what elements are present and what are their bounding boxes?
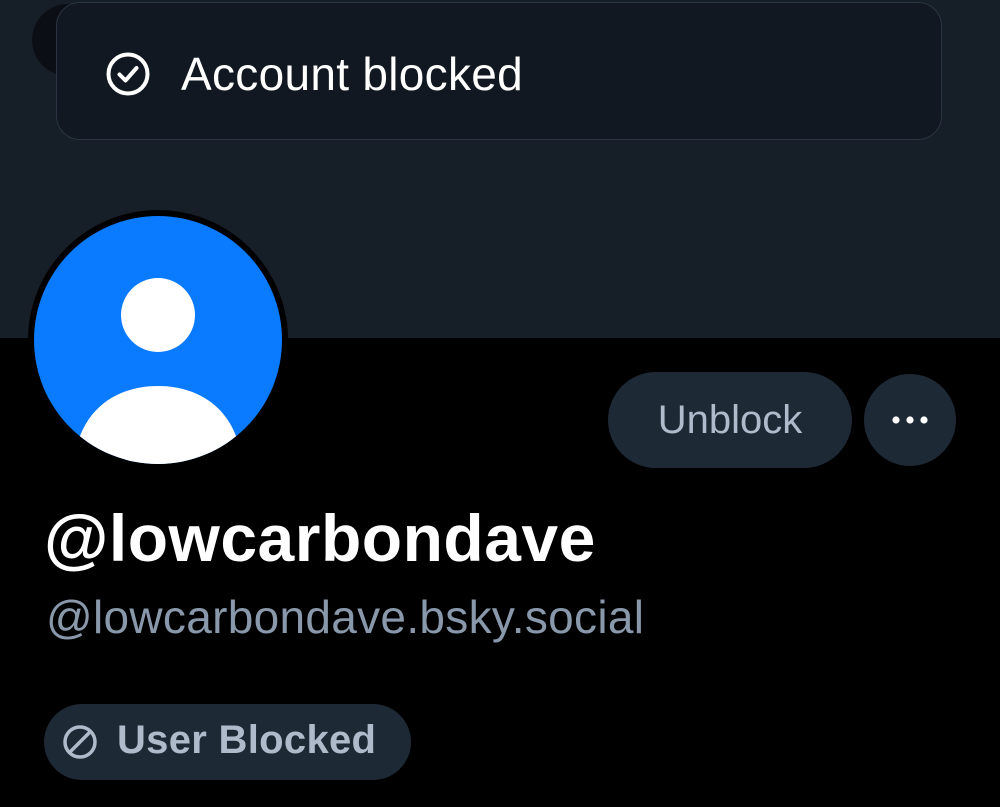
ban-icon — [63, 725, 97, 759]
avatar[interactable] — [28, 210, 288, 470]
blocked-label: User Blocked — [117, 718, 377, 762]
blocked-status-badge: User Blocked — [44, 704, 411, 780]
unblock-button[interactable]: Unblock — [608, 372, 852, 468]
toast-message: Account blocked — [181, 48, 524, 100]
check-circle-icon — [106, 52, 150, 96]
ellipsis-icon — [892, 416, 928, 424]
profile-handle: @lowcarbondave.bsky.social — [46, 591, 645, 643]
more-options-button[interactable] — [864, 374, 956, 466]
default-avatar-icon — [34, 216, 282, 464]
display-name: @lowcarbondave — [44, 501, 596, 575]
toast-notification: Account blocked — [56, 2, 942, 140]
